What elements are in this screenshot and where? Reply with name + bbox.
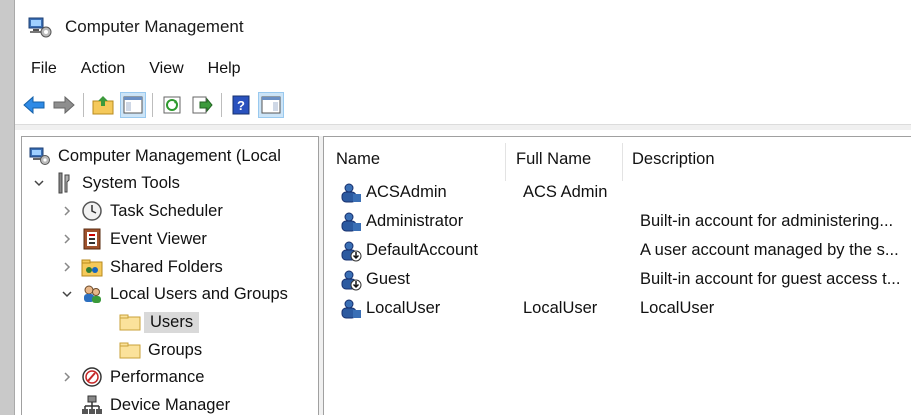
tree-item-event-viewer[interactable]: Event Viewer	[58, 226, 207, 252]
table-row[interactable]: ACSAdmin ACS Admin	[324, 178, 911, 207]
chevron-right-icon[interactable]	[58, 202, 76, 220]
menu-view[interactable]: View	[149, 60, 183, 78]
user-name: Administrator	[366, 212, 464, 230]
performance-icon	[80, 366, 104, 388]
user-full-name	[523, 236, 631, 265]
window-title: Computer Management	[65, 17, 244, 36]
table-row[interactable]: DefaultAccount A user account managed by…	[324, 236, 911, 265]
tree-item-system-tools[interactable]: System Tools	[30, 170, 180, 196]
column-separator[interactable]	[505, 143, 506, 181]
tree-label: Event Viewer	[110, 229, 207, 248]
folder-icon	[118, 339, 142, 361]
chevron-down-icon[interactable]	[30, 174, 48, 192]
tree-item-local-users-and-groups[interactable]: Local Users and Groups	[58, 281, 288, 307]
menu-action[interactable]: Action	[81, 60, 125, 78]
device-manager-icon	[80, 394, 104, 415]
system-tools-icon	[52, 172, 76, 194]
users-list-pane[interactable]: Name Full Name Description ACSAdmin ACS …	[323, 136, 911, 415]
menu-file[interactable]: File	[31, 60, 57, 78]
disabled-user-icon	[340, 269, 362, 291]
tree-label: Users	[144, 311, 200, 333]
tree-label: Device Manager	[110, 395, 231, 414]
export-list-icon[interactable]	[189, 92, 215, 118]
folder-icon	[118, 311, 142, 333]
title-bar: Computer Management	[15, 0, 911, 54]
toolbar-divider	[15, 124, 911, 130]
tree-item-computer-management[interactable]: Computer Management (Local	[28, 143, 281, 169]
chevron-down-icon[interactable]	[58, 285, 76, 303]
user-name: LocalUser	[366, 299, 441, 317]
tree-label: Task Scheduler	[110, 201, 223, 220]
table-row[interactable]: LocalUser LocalUser LocalUser	[324, 294, 911, 323]
up-folder-icon[interactable]	[90, 92, 116, 118]
user-icon	[340, 211, 362, 233]
user-full-name: LocalUser	[523, 299, 598, 317]
user-name: ACSAdmin	[366, 183, 447, 201]
table-row[interactable]: Administrator Built-in account for admin…	[324, 207, 911, 236]
toolbar-separator	[221, 93, 222, 117]
forward-arrow-icon[interactable]	[51, 92, 77, 118]
user-icon	[340, 182, 362, 204]
tree-item-performance[interactable]: Performance	[58, 364, 204, 390]
console-tree-pane[interactable]: Computer Management (Local System Tools …	[21, 136, 319, 415]
tree-item-users[interactable]: Users	[118, 309, 200, 335]
svg-text:?: ?	[237, 98, 245, 113]
chevron-right-icon[interactable]	[58, 258, 76, 276]
toolbar-separator	[83, 93, 84, 117]
toolbar-separator	[152, 93, 153, 117]
menu-bar: File Action View Help	[15, 56, 265, 82]
tree-label: Groups	[148, 340, 203, 359]
menu-help[interactable]: Help	[208, 60, 241, 78]
action-pane-icon[interactable]	[258, 92, 284, 118]
disabled-user-icon	[340, 240, 362, 262]
help-icon[interactable]: ?	[228, 92, 254, 118]
computer-management-window: Computer Management File Action View Hel…	[14, 0, 911, 415]
user-icon	[340, 298, 362, 320]
user-full-name: ACS Admin	[523, 183, 608, 201]
tree-item-shared-folders[interactable]: Shared Folders	[58, 254, 223, 280]
event-viewer-icon	[80, 228, 104, 250]
refresh-icon[interactable]	[159, 92, 185, 118]
user-full-name	[523, 207, 631, 236]
chevron-right-icon[interactable]	[58, 368, 76, 386]
computer-management-icon	[28, 145, 52, 167]
tree-item-device-manager[interactable]: Device Manager	[80, 392, 230, 415]
user-description: A user account managed by the s...	[640, 241, 899, 259]
tree-label: Performance	[110, 367, 205, 386]
shared-folder-icon	[80, 256, 104, 278]
clock-icon	[80, 200, 104, 222]
tree-label: System Tools	[82, 173, 180, 192]
column-separator[interactable]	[622, 143, 623, 181]
column-header-full-name[interactable]: Full Name	[510, 145, 620, 173]
toolbar: ?	[15, 88, 911, 122]
user-full-name	[523, 265, 631, 294]
user-description	[640, 178, 911, 207]
back-arrow-icon[interactable]	[21, 92, 47, 118]
user-description: Built-in account for guest access t...	[640, 270, 901, 288]
computer-management-icon	[27, 15, 53, 39]
tree-item-task-scheduler[interactable]: Task Scheduler	[58, 198, 223, 224]
column-header-description[interactable]: Description	[626, 145, 911, 173]
chevron-right-icon[interactable]	[58, 230, 76, 248]
tree-label: Computer Management (Local	[58, 146, 281, 165]
user-name: Guest	[366, 270, 411, 288]
show-hide-tree-icon[interactable]	[120, 92, 146, 118]
user-description: LocalUser	[640, 299, 715, 317]
users-group-icon	[80, 283, 104, 305]
user-name: DefaultAccount	[366, 241, 478, 259]
column-header-name[interactable]: Name	[330, 145, 500, 173]
user-description: Built-in account for administering...	[640, 212, 894, 230]
table-row[interactable]: Guest Built-in account for guest access …	[324, 265, 911, 294]
tree-label: Shared Folders	[110, 257, 223, 276]
tree-label: Local Users and Groups	[110, 284, 288, 303]
tree-item-groups[interactable]: Groups	[118, 337, 202, 363]
